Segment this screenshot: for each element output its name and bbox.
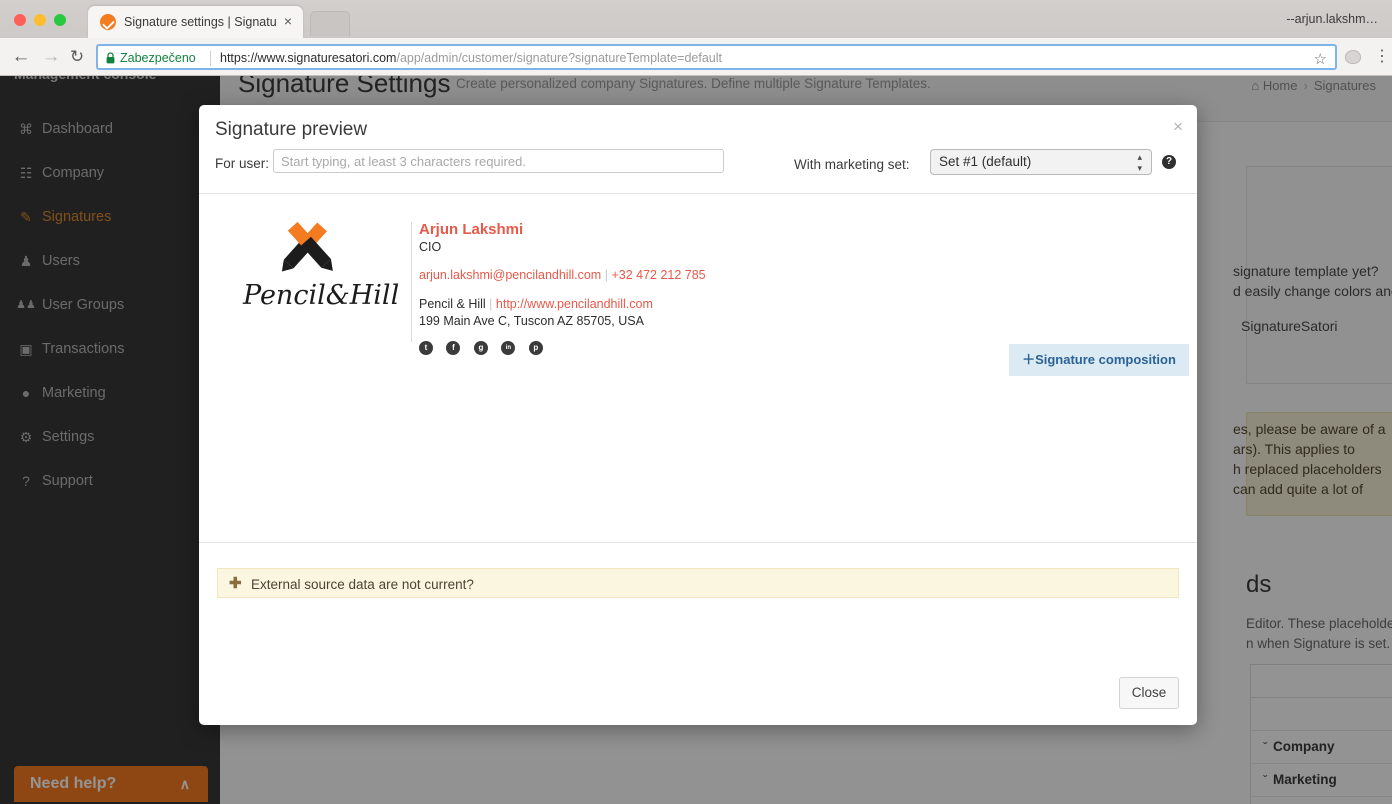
window-minimize-button[interactable] xyxy=(34,14,46,26)
signature-role: CIO xyxy=(419,240,442,254)
plus-icon: ＋ xyxy=(1022,352,1036,367)
signature-email[interactable]: arjun.lakshmi@pencilandhill.com xyxy=(419,268,601,282)
modal-header: Signature preview × For user: With marke… xyxy=(199,105,1197,193)
updown-arrows-icon: ▴ ▾ xyxy=(1137,152,1142,173)
back-icon[interactable]: ← xyxy=(10,46,32,68)
secure-label: Zabezpečeno xyxy=(120,51,196,65)
lock-icon xyxy=(106,52,115,64)
new-tab-button[interactable] xyxy=(310,11,350,36)
logo-wordmark: Pencil&Hill xyxy=(243,280,400,311)
browser-tabstrip: Signature settings | SignatureS × --arju… xyxy=(0,0,1392,38)
marketing-set-value: Set #1 (default) xyxy=(939,154,1032,169)
help-badge-icon[interactable]: ? xyxy=(1162,155,1176,169)
browser-tab[interactable]: Signature settings | SignatureS × xyxy=(88,6,303,38)
signature-company-row: Pencil & Hill | http://www.pencilandhill… xyxy=(419,296,979,313)
plus-icon: ✚ xyxy=(229,575,242,592)
close-icon[interactable]: × xyxy=(1173,118,1183,135)
signature-phone: +32 472 212 785 xyxy=(611,268,706,282)
omnibox-divider xyxy=(210,51,211,66)
close-button[interactable]: Close xyxy=(1119,677,1179,709)
contact-separator: | xyxy=(604,268,608,282)
for-user-label: For user: xyxy=(215,156,270,171)
url-path: /app/admin/customer/signature?signatureT… xyxy=(396,51,723,65)
signature-address: 199 Main Ave C, Tuscon AZ 85705, USA xyxy=(419,314,644,328)
twitter-icon[interactable]: t xyxy=(419,340,433,355)
company-logo: Pencil&Hill xyxy=(237,221,399,327)
crossed-pencils-icon xyxy=(281,221,333,272)
browser-chrome: Signature settings | SignatureS × --arju… xyxy=(0,0,1392,76)
alert-text: External source data are not current? xyxy=(251,577,474,592)
modal-footer: Close xyxy=(199,665,1197,725)
browser-menu-icon[interactable]: ⋮ xyxy=(1374,48,1390,66)
signature-website[interactable]: http://www.pencilandhill.com xyxy=(496,297,653,311)
tab-title: Signature settings | SignatureS xyxy=(124,15,276,29)
browser-toolbar: ← → ↻ Zabezpečeno https://www.signatures… xyxy=(0,38,1392,76)
modal-body: Pencil&Hill Arjun Lakshmi CIO arjun.laks… xyxy=(199,193,1197,543)
signature-composition-label: Signature composition xyxy=(1035,352,1176,367)
signature-company: Pencil & Hill xyxy=(419,297,486,311)
pinterest-icon[interactable]: p xyxy=(528,340,543,355)
signature-preview-modal: Signature preview × For user: With marke… xyxy=(199,105,1197,725)
modal-title: Signature preview xyxy=(215,119,368,140)
reload-icon[interactable]: ↻ xyxy=(66,46,88,68)
url-host: https://www.signaturesatori.com xyxy=(220,51,397,65)
for-user-input[interactable] xyxy=(273,149,724,173)
signature-social-row: t f g in p xyxy=(419,339,979,357)
window-close-button[interactable] xyxy=(14,14,26,26)
signature-details: Arjun Lakshmi CIO arjun.lakshmi@pencilan… xyxy=(419,220,979,357)
page-root: Management console ⌘Dashboard ☷Company ✎… xyxy=(0,76,1392,804)
profile-avatar-icon[interactable] xyxy=(1345,50,1361,64)
googleplus-icon[interactable]: g xyxy=(473,340,488,355)
signature-divider xyxy=(411,222,412,342)
marketing-set-label: With marketing set: xyxy=(794,157,910,172)
company-separator: | xyxy=(489,297,493,311)
url-text: https://www.signaturesatori.com/app/admi… xyxy=(220,50,722,67)
favicon-icon xyxy=(100,14,116,30)
signature-contact-row: arjun.lakshmi@pencilandhill.com | +32 47… xyxy=(419,267,979,284)
marketing-set-select[interactable]: Set #1 (default) ▴ ▾ xyxy=(930,149,1152,175)
facebook-icon[interactable]: f xyxy=(446,340,461,355)
signature-composition-button[interactable]: ＋Signature composition xyxy=(1009,344,1189,376)
tab-close-icon[interactable]: × xyxy=(281,14,295,28)
linkedin-icon[interactable]: in xyxy=(501,340,516,355)
signature-name: Arjun Lakshmi xyxy=(419,221,524,238)
window-account-label: --arjun.lakshm… xyxy=(1286,12,1378,26)
window-maximize-button[interactable] xyxy=(54,14,66,26)
forward-icon[interactable]: → xyxy=(40,46,62,68)
external-source-alert[interactable]: ✚ External source data are not current? xyxy=(217,568,1179,598)
bookmark-star-icon[interactable]: ☆ xyxy=(1314,50,1327,68)
address-bar[interactable]: Zabezpečeno https://www.signaturesatori.… xyxy=(96,44,1337,70)
